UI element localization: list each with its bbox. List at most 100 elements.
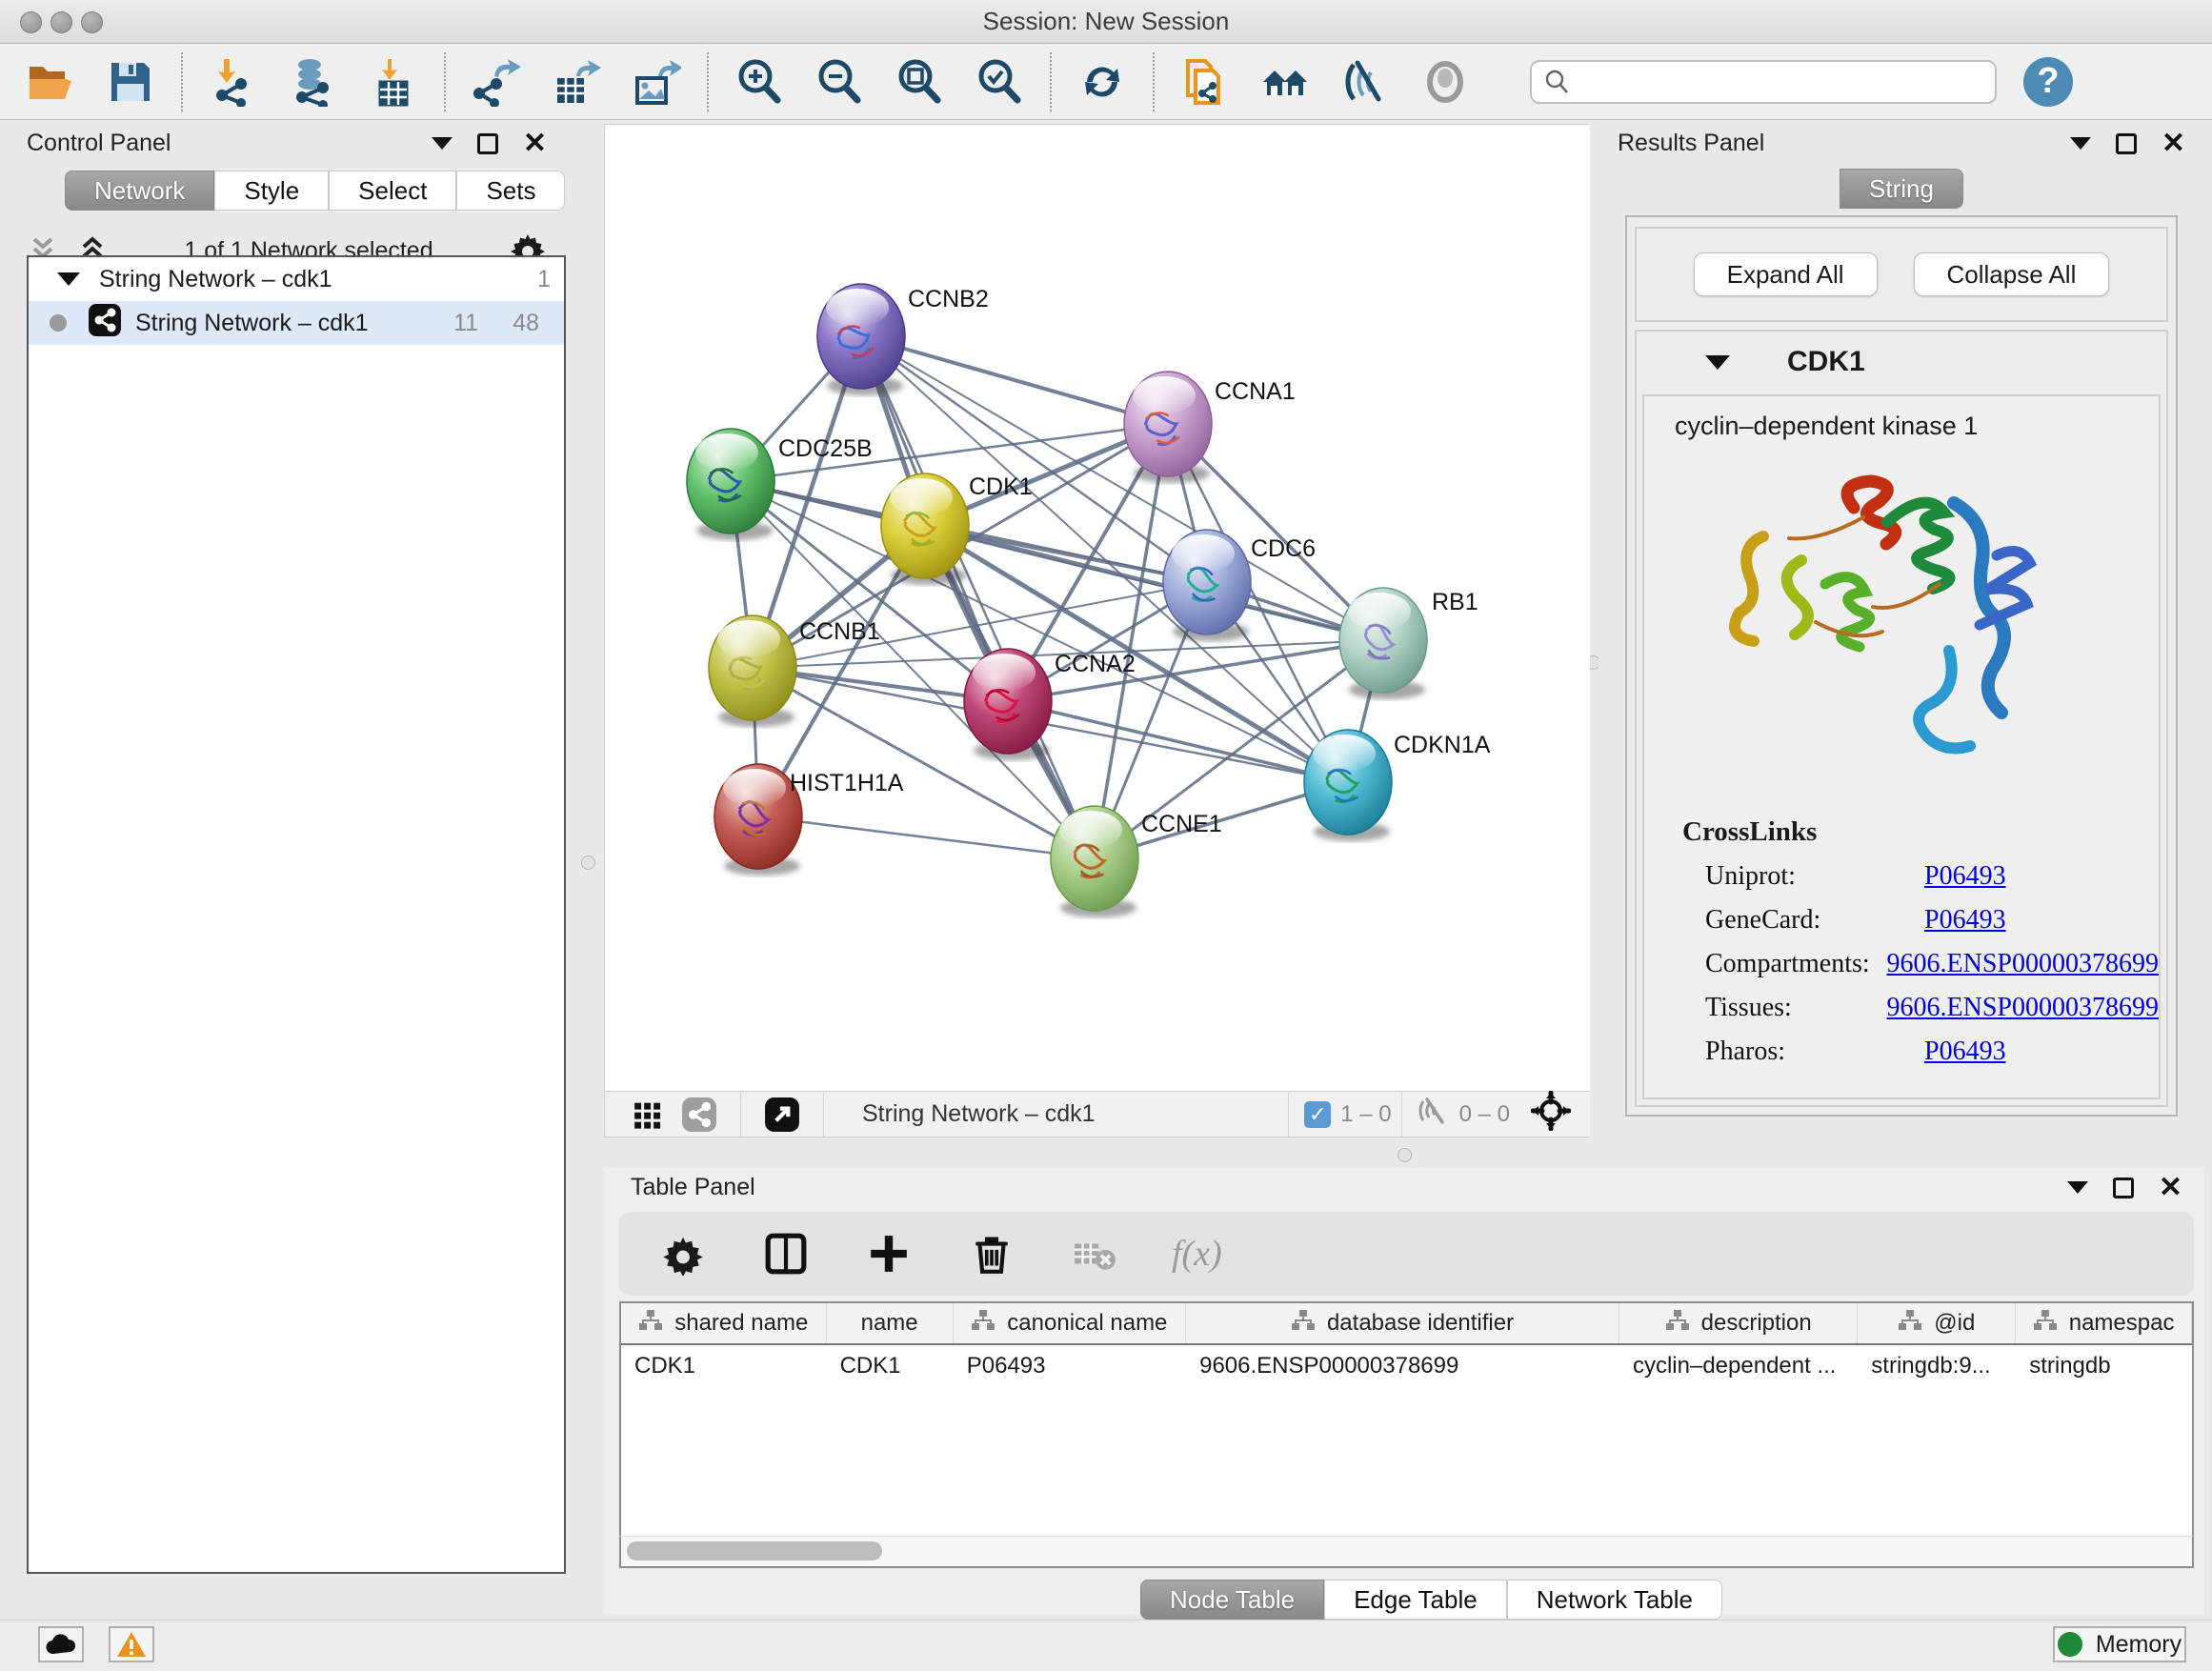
column-header-database-identifier[interactable]: database identifier	[1186, 1303, 1619, 1343]
cloud-status-button[interactable]	[38, 1626, 84, 1662]
collapse-panel-icon[interactable]	[2067, 1181, 2088, 1194]
zoom-fit-icon[interactable]	[894, 56, 945, 108]
crosslink-link[interactable]: P06493	[1924, 1037, 2006, 1067]
refresh-icon[interactable]	[1076, 56, 1128, 108]
scrollbar-thumb[interactable]	[627, 1541, 882, 1560]
column-header-shared-name[interactable]: shared name	[621, 1303, 827, 1343]
network-view-title: String Network – cdk1	[862, 1100, 1096, 1128]
delete-table-icon[interactable]	[1069, 1228, 1120, 1279]
gene-section-header[interactable]: CDK1	[1637, 332, 2166, 393]
network-node-CCNB2[interactable]: CCNB2	[817, 284, 989, 395]
show-columns-icon[interactable]	[760, 1228, 812, 1279]
open-session-icon[interactable]	[25, 56, 76, 108]
zoom-out-icon[interactable]	[814, 56, 865, 108]
gene-expander-icon[interactable]	[1705, 355, 1730, 370]
crosslink-link[interactable]: 9606.ENSP00000378699	[1887, 949, 2159, 979]
network-edge-CCNB2-CCNA1[interactable]	[861, 336, 1168, 424]
delete-column-icon[interactable]	[966, 1228, 1017, 1279]
add-column-icon[interactable]	[863, 1228, 915, 1279]
tab-select[interactable]: Select	[329, 171, 456, 211]
network-node-CCNA2[interactable]: CCNA2	[964, 649, 1136, 760]
column-header-name[interactable]: name	[827, 1303, 954, 1343]
network-edge-HIST1H1A-CCNE1[interactable]	[758, 816, 1095, 858]
tab-string[interactable]: String	[1840, 169, 1963, 209]
help-button[interactable]: ?	[2023, 57, 2073, 107]
tab-network-table[interactable]: Network Table	[1507, 1580, 1722, 1620]
close-panel-icon[interactable]: ✕	[2159, 1178, 2182, 1198]
float-panel-icon[interactable]	[2113, 1178, 2134, 1198]
column-header-canonical-name[interactable]: canonical name	[954, 1303, 1186, 1343]
zoom-in-icon[interactable]	[734, 56, 785, 108]
save-session-icon[interactable]	[105, 56, 156, 108]
export-image-icon[interactable]	[631, 56, 682, 108]
toolbar-search[interactable]	[1530, 60, 1997, 104]
close-panel-icon[interactable]: ✕	[523, 133, 547, 154]
tree-expander-icon[interactable]	[57, 272, 80, 286]
clone-network-icon[interactable]	[1179, 56, 1231, 108]
tab-style[interactable]: Style	[214, 171, 329, 211]
network-node-CDC25B[interactable]: CDC25B	[687, 429, 873, 540]
open-in-window-icon[interactable]	[756, 1089, 808, 1140]
tab-network[interactable]: Network	[65, 171, 214, 211]
close-window-button[interactable]	[20, 11, 42, 33]
crosslink-link[interactable]: P06493	[1924, 905, 2006, 936]
export-network-icon[interactable]	[471, 56, 522, 108]
left-splitter-handle[interactable]	[581, 856, 595, 870]
table-cell[interactable]: stringdb	[2016, 1345, 2192, 1387]
tab-node-table[interactable]: Node Table	[1140, 1580, 1324, 1620]
warnings-button[interactable]	[109, 1626, 154, 1662]
network-node-RB1[interactable]: RB1	[1339, 588, 1478, 699]
zoom-selected-icon[interactable]	[974, 56, 1025, 108]
collapse-panel-icon[interactable]	[2070, 137, 2091, 150]
hide-unselected-icon[interactable]	[1339, 56, 1391, 108]
export-table-icon[interactable]	[551, 56, 602, 108]
string-view-icon[interactable]	[674, 1089, 725, 1140]
network-node-CCNE1[interactable]: CCNE1	[1051, 806, 1222, 917]
birdseye-grid-icon[interactable]	[622, 1089, 674, 1140]
minimize-window-button[interactable]	[50, 11, 72, 33]
expand-all-button[interactable]: Expand All	[1694, 252, 1878, 296]
crosslink-link[interactable]: 9606.ENSP00000378699	[1887, 993, 2159, 1023]
table-cell[interactable]: CDK1	[827, 1345, 954, 1387]
crosslink-link[interactable]: P06493	[1924, 861, 2006, 892]
zoom-window-button[interactable]	[81, 11, 103, 33]
fit-content-crosshair-icon[interactable]	[1531, 1091, 1571, 1137]
network-row[interactable]: String Network – cdk1 11 48	[29, 301, 564, 345]
network-edge-CCNA2-CDKN1A[interactable]	[1008, 701, 1348, 782]
table-horizontal-scrollbar[interactable]	[619, 1536, 2194, 1568]
memory-button[interactable]: Memory	[2053, 1626, 2186, 1662]
collapse-panel-icon[interactable]	[432, 137, 452, 150]
network-collection-row[interactable]: String Network – cdk1 1	[29, 257, 564, 301]
network-node-CDC6[interactable]: CDC6	[1163, 530, 1316, 641]
tab-sets[interactable]: Sets	[456, 171, 565, 211]
table-options-gear-icon[interactable]	[657, 1228, 709, 1279]
network-canvas[interactable]: CCNB2CCNA1CDC25BCDK1CDC6RB1CCNB1CCNA2CDK…	[605, 125, 1590, 1093]
close-panel-icon[interactable]: ✕	[2162, 133, 2185, 154]
float-panel-icon[interactable]	[2116, 133, 2137, 154]
table-row[interactable]: CDK1CDK1P064939606.ENSP00000378699cyclin…	[621, 1345, 2192, 1387]
search-input[interactable]	[1572, 69, 1972, 95]
column-header--id[interactable]: @id	[1858, 1303, 2016, 1343]
highlight-icon[interactable]	[1419, 56, 1471, 108]
function-builder-icon[interactable]: f(x)	[1172, 1233, 1222, 1275]
home-databases-icon[interactable]	[1259, 56, 1311, 108]
tab-edge-table[interactable]: Edge Table	[1324, 1580, 1507, 1620]
hidden-items-eye-icon[interactable]	[1416, 1094, 1450, 1135]
network-node-CDKN1A[interactable]: CDKN1A	[1304, 730, 1491, 841]
table-cell[interactable]: CDK1	[621, 1345, 827, 1387]
column-header-description[interactable]: description	[1619, 1303, 1858, 1343]
table-cell[interactable]: P06493	[954, 1345, 1186, 1387]
network-node-HIST1H1A[interactable]: HIST1H1A	[714, 764, 904, 876]
collapse-all-button[interactable]: Collapse All	[1914, 252, 2110, 296]
selected-nodes-checkbox-icon[interactable]: ✓	[1304, 1101, 1331, 1128]
table-cell[interactable]: cyclin–dependent ...	[1619, 1345, 1858, 1387]
table-cell[interactable]: stringdb:9...	[1858, 1345, 2016, 1387]
column-header-namespac[interactable]: namespac	[2016, 1303, 2192, 1343]
import-network-database-icon[interactable]	[288, 56, 339, 108]
import-table-file-icon[interactable]	[368, 56, 419, 108]
table-cell[interactable]: 9606.ENSP00000378699	[1186, 1345, 1619, 1387]
float-panel-icon[interactable]	[477, 133, 498, 154]
import-network-file-icon[interactable]	[208, 56, 259, 108]
bottom-splitter-handle[interactable]	[1398, 1148, 1412, 1162]
network-node-CDK1[interactable]: CDK1	[881, 473, 1033, 585]
